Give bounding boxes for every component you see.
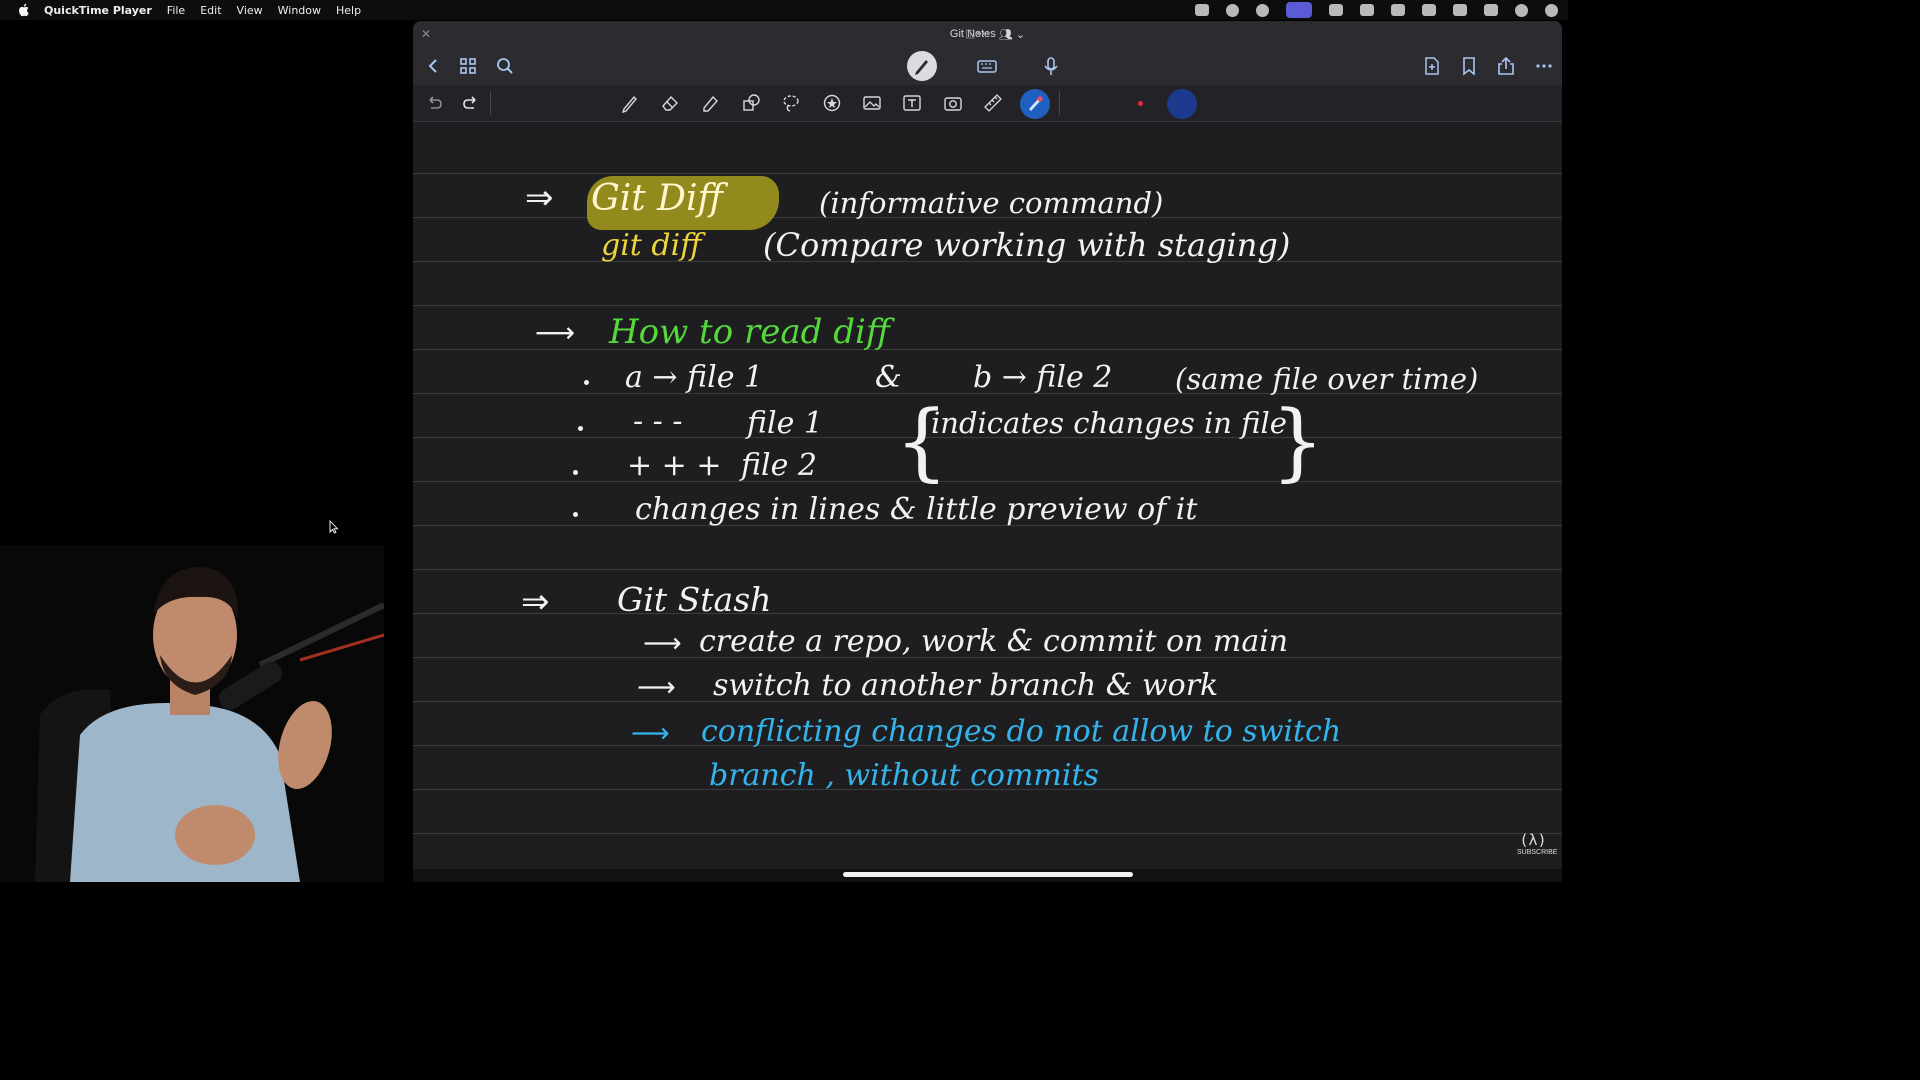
- pluses-marker: + + +: [627, 448, 722, 483]
- git-diff-note: (informative command): [819, 186, 1164, 220]
- lasso-icon[interactable]: [780, 92, 802, 114]
- freecodecamp-logo[interactable]: (λ) SUBSCRIBE: [1517, 831, 1558, 856]
- line-a-file1: a → file 1: [625, 360, 764, 395]
- git-diff-command-note: (Compare working with staging): [763, 226, 1291, 264]
- highlighter-icon[interactable]: [699, 92, 721, 114]
- note-page[interactable]: ⇒ Git Diff (informative command) git dif…: [413, 122, 1562, 869]
- ruler-icon[interactable]: [982, 92, 1004, 114]
- back-icon[interactable]: [423, 55, 445, 77]
- pen-icon[interactable]: [619, 92, 641, 114]
- screen-share-icon[interactable]: [1286, 2, 1312, 18]
- clock-icon[interactable]: [1545, 3, 1558, 17]
- control-center-icon[interactable]: [1484, 4, 1498, 16]
- redo-icon[interactable]: [460, 92, 482, 114]
- shared-people-icon: 👥︎ ⌄: [995, 28, 1026, 41]
- more-icon[interactable]: [1533, 55, 1555, 77]
- subscribe-label: SUBSCRIBE: [1517, 849, 1558, 856]
- stash-step-1: create a repo, work & commit on main: [699, 624, 1289, 659]
- shapes-icon[interactable]: [740, 92, 762, 114]
- menu-file[interactable]: File: [167, 4, 185, 17]
- double-arrow-icon: ⇒: [521, 582, 550, 622]
- line-b-file2: b → file 2: [973, 360, 1113, 395]
- indicates-changes: indicates changes in file: [931, 406, 1287, 440]
- status-area: [1195, 0, 1558, 20]
- arrow-icon: ⟶: [535, 316, 576, 349]
- logo-mark: (λ): [1519, 831, 1547, 849]
- arrow-icon: ⟶: [637, 672, 676, 703]
- window-layout-icon[interactable]: ◫•••: [965, 27, 991, 40]
- home-indicator[interactable]: [843, 872, 1133, 877]
- arrow-icon: ⟶: [643, 628, 682, 659]
- stash-step-3: conflicting changes do not allow to swit…: [701, 714, 1342, 749]
- how-to-read-diff: How to read diff: [609, 312, 890, 352]
- creative-cloud-icon[interactable]: [1226, 3, 1239, 17]
- toolbar-divider: [1059, 91, 1060, 115]
- wifi-icon[interactable]: [1453, 4, 1467, 16]
- git-diff-title: Git Diff: [591, 178, 724, 219]
- drawing-toolbar: [413, 85, 1562, 122]
- sticker-icon[interactable]: [821, 92, 843, 114]
- image-icon[interactable]: [861, 92, 883, 114]
- changes-in-lines: changes in lines & little preview of it: [635, 492, 1198, 527]
- file2-label: file 2: [741, 448, 817, 483]
- bluetooth-icon[interactable]: [1391, 4, 1405, 16]
- menu-window[interactable]: Window: [278, 4, 321, 17]
- microphone-icon[interactable]: [1040, 55, 1062, 77]
- bullet: [584, 380, 589, 385]
- bookmark-icon[interactable]: [1458, 55, 1480, 77]
- app-status-icon[interactable]: [1256, 3, 1269, 17]
- menu-bar: QuickTime Player File Edit View Window H…: [0, 0, 1568, 20]
- same-file-note: (same file over time): [1175, 362, 1479, 396]
- search-icon[interactable]: [494, 55, 516, 77]
- stash-step-2: switch to another branch & work: [713, 668, 1219, 703]
- arrow-icon: ⟶: [631, 718, 670, 749]
- display-icon[interactable]: [1422, 4, 1436, 16]
- presenter-webcam: [0, 545, 384, 882]
- color-swatch-red[interactable]: [1138, 101, 1143, 106]
- dropbox-icon[interactable]: [1195, 4, 1209, 16]
- mouse-cursor-icon: [329, 520, 339, 534]
- right-brace: }: [1271, 392, 1325, 490]
- presenter-image: [0, 545, 384, 882]
- video-camera-icon[interactable]: [1329, 4, 1343, 16]
- toolbar-divider: [490, 91, 491, 115]
- git-stash-title: Git Stash: [617, 580, 772, 619]
- pen-mode-icon[interactable]: [907, 51, 937, 81]
- ampersand: &: [875, 360, 902, 395]
- dashes-marker: - - -: [633, 404, 683, 439]
- keyboard-icon[interactable]: [976, 55, 998, 77]
- add-page-icon[interactable]: [1421, 55, 1443, 77]
- stash-step-3-cont: branch , without commits: [709, 758, 1099, 793]
- app-name[interactable]: QuickTime Player: [44, 4, 152, 17]
- menu-help[interactable]: Help: [336, 4, 361, 17]
- notes-window: ✕ Git Notes 👥︎ ⌄ ◫••• ⇒ Git Diff (inform…: [413, 21, 1562, 882]
- git-diff-command: git diff: [601, 228, 702, 263]
- undo-icon[interactable]: [423, 92, 445, 114]
- control-grid-icon[interactable]: [1360, 4, 1374, 16]
- close-icon[interactable]: ✕: [421, 27, 431, 41]
- bullet: [578, 426, 583, 431]
- apple-logo-icon[interactable]: [16, 3, 32, 17]
- share-icon[interactable]: [1495, 55, 1517, 77]
- siri-icon[interactable]: [1515, 3, 1528, 17]
- eraser-icon[interactable]: [659, 92, 681, 114]
- laser-pointer-icon[interactable]: [1020, 89, 1050, 119]
- color-swatch-blue[interactable]: [1167, 89, 1197, 119]
- menu-view[interactable]: View: [237, 4, 263, 17]
- bullet: [573, 470, 578, 475]
- menu-edit[interactable]: Edit: [200, 4, 221, 17]
- file1-label: file 1: [747, 406, 823, 441]
- bullet: [573, 512, 578, 517]
- grid-icon[interactable]: [457, 55, 479, 77]
- top-toolbar: [413, 47, 1562, 85]
- textbox-icon[interactable]: [901, 92, 923, 114]
- double-arrow-icon: ⇒: [525, 178, 554, 218]
- window-title-bar: ✕ Git Notes 👥︎ ⌄ ◫•••: [413, 21, 1562, 47]
- camera-icon[interactable]: [942, 92, 964, 114]
